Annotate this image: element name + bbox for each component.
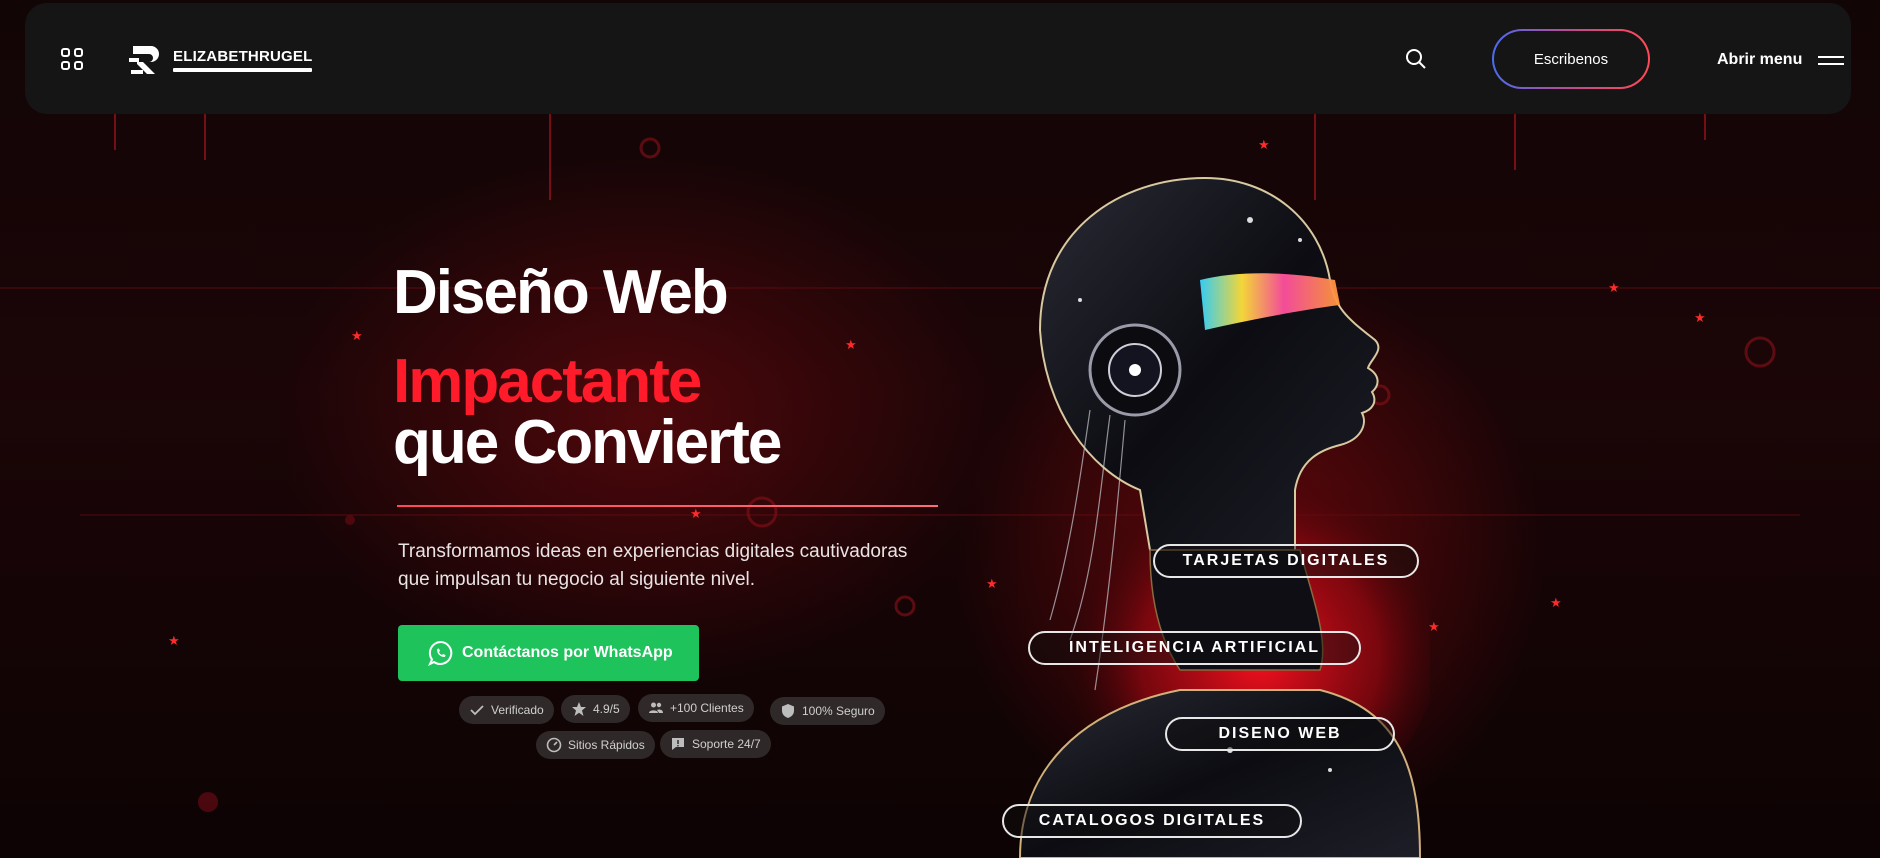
star-decoration: ★ [351,328,363,343]
brand-logo[interactable]: ELIZABETHRUGEL [129,41,313,79]
star-decoration: ★ [168,633,180,648]
star-decoration: ★ [1258,137,1270,152]
tag-diseno-web[interactable]: DISENO WEB [1165,717,1395,751]
badge-clients: +100 Clientes [638,694,754,722]
star-decoration: ★ [845,337,857,352]
search-icon[interactable] [1405,48,1427,70]
hero-title-line2: Impactante [393,347,702,416]
robot-figure-illustration [1018,176,1430,858]
hero-subtitle: Transformamos ideas en experiencias digi… [398,541,908,590]
users-icon [649,702,663,713]
apps-grid-icon[interactable] [60,47,84,71]
badge-secure: 100% Seguro [770,697,885,725]
badge-support: Soporte 24/7 [660,730,771,758]
support-icon [672,738,684,750]
badge-label: Verificado [491,703,544,717]
menu-label: Abrir menu [1717,51,1803,68]
whatsapp-contact-button[interactable]: Contáctanos por WhatsApp [398,625,699,681]
star-decoration: ★ [986,576,998,591]
logo-mark-icon [129,46,159,74]
whatsapp-label: Contáctanos por WhatsApp [462,644,673,661]
title-divider [397,505,938,507]
star-decoration: ★ [1550,595,1562,610]
badge-label: Soporte 24/7 [692,737,761,751]
check-icon [470,705,484,716]
tag-tarjetas-digitales[interactable]: TARJETAS DIGITALES [1153,544,1419,578]
logo-underline [173,67,313,72]
star-decoration: ★ [690,506,702,521]
star-decoration: ★ [1694,310,1706,325]
contact-button[interactable]: Escribenos [1492,29,1650,89]
tag-catalogos-digitales[interactable]: CATALOGOS DIGITALES [1002,804,1302,838]
badge-rating: 4.9/5 [561,695,630,723]
shield-icon [782,704,794,718]
badge-fast-sites: Sitios Rápidos [536,731,655,759]
star-icon [572,702,586,716]
hero-title-line1: Diseño Web [393,258,729,327]
badge-label: +100 Clientes [670,701,744,715]
star-decoration: ★ [1428,619,1440,634]
badge-label: 100% Seguro [802,704,875,718]
badge-label: Sitios Rápidos [568,738,645,752]
site-header: ELIZABETHRUGEL Escribenos Abrir menu [25,3,1851,114]
open-menu-button[interactable]: Abrir menu [1717,51,1845,69]
badge-label: 4.9/5 [593,702,620,716]
hamburger-icon [1818,54,1845,66]
background-decoration [0,113,1880,812]
star-decoration: ★ [1608,280,1620,295]
tag-inteligencia-artificial[interactable]: INTELIGENCIA ARTIFICIAL [1028,631,1361,665]
hero-title-line3: que Convierte [393,408,782,477]
badge-verified: Verificado [459,696,554,724]
whatsapp-icon [428,640,453,666]
logo-text: ELIZABETHRUGEL [173,47,313,65]
speedometer-icon [546,737,562,753]
